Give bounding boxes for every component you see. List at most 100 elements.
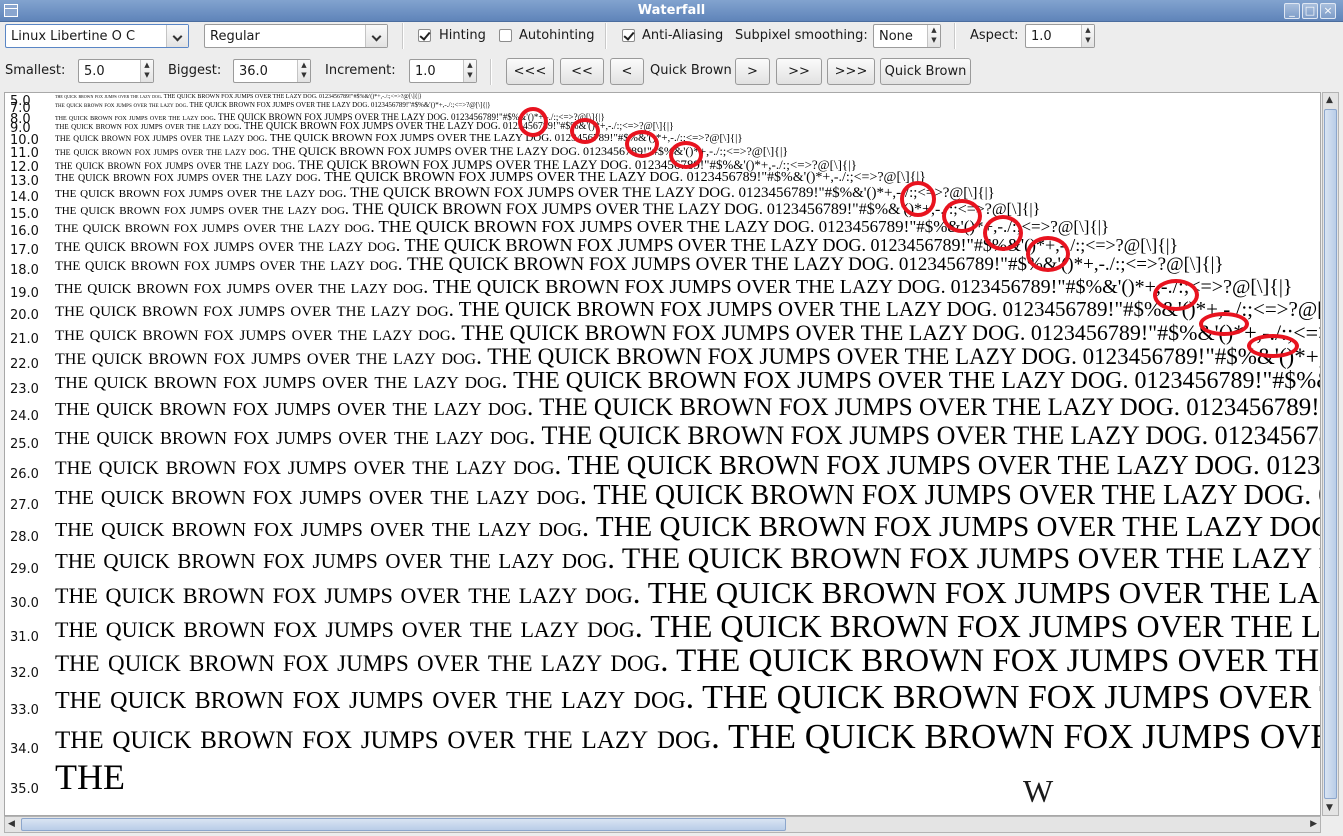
sample-symbols: 0123456789!"#$%&'()*+,-./:;<=>?@[\]{|} [319,94,422,100]
sample-caps: THE QUICK BROWN FOX JUMPS OVER THE LAZY … [702,679,1320,716]
increment-spinbox[interactable]: 1.0 ▲ ▼ [409,59,477,83]
antialiasing-checkbox[interactable] [622,29,635,42]
scroll-right-icon[interactable]: ▶ [1310,819,1317,829]
sample-text-truncated: THE [55,757,125,797]
size-label: 21.0 [10,332,39,347]
sample-symbols: 0123456789!"#$%&'()*+,-./:;<=>?@[\]{|} [818,217,1110,236]
updown-arrows-icon[interactable]: ▲ ▼ [463,60,476,82]
sample-text: the quick brown fox jumps over the lazy … [55,511,1320,544]
current-text-label: Quick Brown [650,63,732,78]
sample-smallcaps: the quick brown fox jumps over the lazy … [55,679,695,716]
sample-caps: THE QUICK BROWN FOX JUMPS OVER THE LAZY … [539,394,1181,421]
sample-smallcaps: the quick brown fox jumps over the lazy … [55,121,242,132]
subpixel-label: Subpixel smoothing: [735,28,868,43]
sample-text: the quick brown fox jumps over the lazy … [55,643,1320,680]
minimize-button[interactable]: _ [1284,3,1300,19]
size-label: 22.0 [10,357,39,372]
size-label: 18.0 [10,263,39,278]
updown-arrows-icon[interactable]: ▲ ▼ [1081,25,1094,47]
biggest-spinbox[interactable]: 36.0 ▲ ▼ [233,59,311,83]
text-select-button[interactable]: Quick Brown [880,58,971,85]
sample-smallcaps: the quick brown fox jumps over the lazy … [55,144,270,158]
sample-smallcaps: the quick brown fox jumps over the lazy … [55,235,401,255]
updown-arrows-icon[interactable]: ▲ ▼ [297,60,310,82]
maximize-button[interactable]: □ [1302,3,1318,19]
sample-caps: THE QUICK BROWN FOX JUMPS OVER THE LAZY … [404,235,866,255]
hinting-label: Hinting [439,28,486,43]
separator [605,23,607,49]
sample-caps: THE QUICK BROWN FOX JUMPS OVER THE LAZY … [269,132,552,144]
sample-text: the quick brown fox jumps over the lazy … [55,132,743,144]
sample-smallcaps: the quick brown fox jumps over the lazy … [55,608,643,644]
sample-smallcaps: the quick brown fox jumps over the lazy … [55,421,536,450]
size-label: 13.0 [10,174,39,189]
size-label: 27.0 [10,498,39,513]
separator [490,59,492,85]
size-label: 14.0 [10,190,39,205]
sample-symbols: 0123456789!"#$%&'()*+,-./:;<=>?@[\]{|} [583,144,789,158]
size-label: 35.0 [10,782,39,797]
first-button[interactable]: <<< [506,58,554,85]
smallest-spinbox[interactable]: 5.0 ▲ ▼ [78,59,154,83]
sample-smallcaps: the quick brown fox jumps over the lazy … [55,276,429,298]
next-button[interactable]: > [735,58,770,85]
sample-text: the quick brown fox jumps over the lazy … [55,480,1320,512]
font-style-combo[interactable]: Regular [204,24,388,48]
sample-caps: THE QUICK BROWN FOX JUMPS OVER THE LAZY … [163,94,318,100]
horizontal-scroll-thumb[interactable] [21,818,786,831]
sample-symbols: 0123456789!"#$%&'()*+,-./:;<=>?@[\]{|} [1214,421,1321,450]
stray-glyph: W [1023,773,1054,809]
sample-symbols: 0123456789!"#$%&'()*+,-./:;<=>?@[\]{|} [370,101,491,109]
sample-symbols: 0123456789!"#$%&'()*+,-./:;<=>?@[\]{|} [1318,480,1320,511]
close-button[interactable]: × [1320,3,1336,19]
sample-text: the quick brown fox jumps over the lazy … [55,121,674,132]
prev-page-button[interactable]: << [560,58,604,85]
sample-caps: THE QUICK BROWN FOX JUMPS OVER THE LAZY … [243,121,501,132]
sample-caps: THE QUICK BROWN FOX JUMPS OVER THE LAZY … [647,575,1320,610]
smallest-label: Smallest: [5,63,66,78]
size-label: 33.0 [10,703,39,718]
sample-text: the quick brown fox jumps over the lazy … [55,394,1320,422]
autohinting-checkbox[interactable] [499,29,512,42]
waterfall-view[interactable]: W 5.0 the quick brown fox jumps over the … [4,92,1321,816]
hinting-checkbox[interactable] [418,29,431,42]
updown-arrows-icon[interactable]: ▲ ▼ [927,25,940,47]
sample-caps: THE QUICK BROWN FOX JUMPS OVER THE LAZY … [352,201,763,218]
sample-caps: THE QUICK BROWN FOX JUMPS OVER THE LAZY … [350,185,735,201]
increment-value: 1.0 [415,64,436,79]
font-family-combo[interactable]: Linux Libertine O C [5,24,189,48]
size-label: 19.0 [10,286,39,301]
prev-button[interactable]: < [610,58,644,85]
sample-symbols: 0123456789!"#$%&'()*+,-./:;<=>?@[\]{|} [870,235,1179,255]
chevron-down-icon[interactable] [166,25,188,47]
scroll-up-icon[interactable]: ▲ [1326,95,1333,105]
sample-smallcaps: the quick brown fox jumps over the lazy … [55,170,321,185]
next-page-button[interactable]: >> [776,58,822,85]
size-label: 25.0 [10,437,39,452]
sample-text: the quick brown fox jumps over the lazy … [55,542,1320,576]
sample-caps: THE QUICK BROWN FOX JUMPS OVER THE LAZY … [487,344,1077,369]
vertical-scrollbar[interactable]: ▲ ▼ [1322,92,1339,816]
sample-symbols: 0123456789!"#$%&'()*+,-./:;<=>?@[\]{|} [1266,450,1321,480]
sample-symbols: 0123456789!"#$%&'()*+,-./:;<=>?@[\]{|} [1030,320,1320,345]
vertical-scroll-thumb[interactable] [1324,109,1337,799]
sample-smallcaps: the quick brown fox jumps over the lazy … [55,217,375,236]
size-label: 32.0 [10,666,39,681]
sample-smallcaps: the quick brown fox jumps over the lazy … [55,542,615,575]
last-button[interactable]: >>> [827,58,875,85]
subpixel-select[interactable]: None ▲ ▼ [873,24,941,48]
scroll-down-icon[interactable]: ▼ [1326,803,1333,813]
sample-text: the quick brown fox jumps over the lazy … [55,679,1320,717]
sample-symbols: 0123456789!"#$%&'()*+,-./:;<=>?@[\]{|} [554,132,743,144]
sample-caps: THE QUICK BROWN FOX JUMPS OVER THE LAZY … [650,608,1321,644]
sample-smallcaps: the quick brown fox jumps over the lazy … [55,344,482,369]
chevron-down-icon[interactable] [365,25,387,47]
aspect-spinbox[interactable]: 1.0 ▲ ▼ [1025,24,1095,48]
aspect-value: 1.0 [1031,29,1052,44]
horizontal-scrollbar[interactable]: ◀ ▶ [4,816,1321,833]
updown-arrows-icon[interactable]: ▲ ▼ [140,60,153,82]
scroll-left-icon[interactable]: ◀ [8,819,15,829]
biggest-label: Biggest: [168,63,222,78]
sample-smallcaps: the quick brown fox jumps over the lazy … [55,132,268,144]
sample-text: the quick brown fox jumps over the lazy … [55,608,1321,645]
